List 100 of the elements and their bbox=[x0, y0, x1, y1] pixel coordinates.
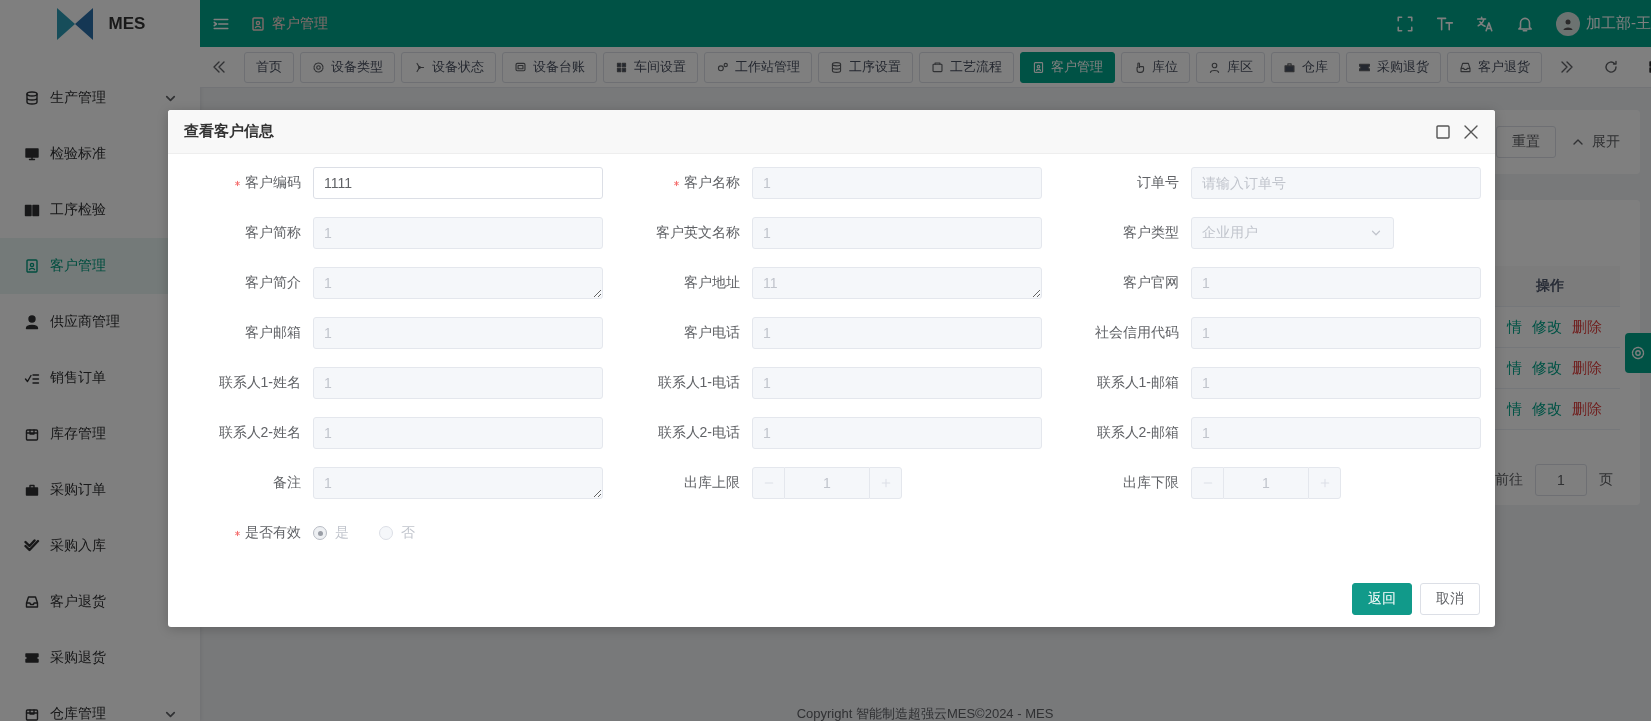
tab[interactable]: 工作站管理 bbox=[704, 51, 812, 83]
tab[interactable]: 仓库 bbox=[1271, 51, 1340, 83]
field-label: 是否有效 bbox=[245, 524, 301, 542]
settings-button[interactable] bbox=[1625, 333, 1651, 373]
contact-card-icon bbox=[24, 258, 40, 274]
tab[interactable]: 客户管理 bbox=[1020, 51, 1115, 83]
field-label: 出库下限 bbox=[1123, 474, 1179, 492]
person-icon bbox=[24, 314, 40, 330]
dialog-title: 查看客户信息 bbox=[184, 122, 275, 141]
field-label: 联系人2-姓名 bbox=[218, 424, 301, 442]
tab[interactable]: 设备台账 bbox=[502, 51, 597, 83]
field-label: 客户电话 bbox=[684, 324, 740, 342]
tab[interactable]: 工艺流程 bbox=[919, 51, 1014, 83]
database-icon bbox=[830, 60, 843, 74]
field-label: 联系人1-姓名 bbox=[218, 374, 301, 392]
field-label: 客户名称 bbox=[684, 174, 740, 192]
expand-toggle[interactable]: 展开 bbox=[1570, 133, 1620, 151]
view-link[interactable]: 情 bbox=[1507, 399, 1522, 419]
required-asterisk-icon bbox=[234, 529, 241, 537]
tab[interactable]: 库区 bbox=[1196, 51, 1265, 83]
delete-link[interactable]: 删除 bbox=[1572, 399, 1602, 419]
inbox-icon bbox=[24, 594, 40, 610]
field-label: 客户编码 bbox=[245, 174, 301, 192]
sidebar-item[interactable]: 采购订单 bbox=[0, 462, 200, 518]
database-icon bbox=[24, 90, 40, 106]
edit-link[interactable]: 修改 bbox=[1532, 358, 1562, 378]
package-icon bbox=[24, 706, 40, 721]
field-label: 客户地址 bbox=[684, 274, 740, 292]
edit-link[interactable]: 修改 bbox=[1532, 399, 1562, 419]
sidebar-item[interactable]: 客户退货 bbox=[0, 574, 200, 630]
tab[interactable]: 设备类型 bbox=[300, 51, 395, 83]
inbox-icon bbox=[1459, 60, 1472, 74]
field-label: 社会信用代码 bbox=[1095, 324, 1179, 342]
field-label: 客户英文名称 bbox=[656, 224, 740, 242]
briefcase-icon bbox=[1283, 60, 1296, 74]
grid-icon bbox=[615, 60, 628, 74]
field-label: 客户官网 bbox=[1123, 274, 1179, 292]
tab[interactable]: 库位 bbox=[1121, 51, 1190, 83]
back-button[interactable]: 返回 bbox=[1352, 583, 1412, 615]
tab[interactable]: 采购退货 bbox=[1346, 51, 1441, 83]
close-icon[interactable] bbox=[1463, 123, 1479, 140]
user-name[interactable]: 加工部-王 bbox=[1586, 14, 1651, 33]
tab[interactable]: 车间设置 bbox=[603, 51, 698, 83]
user-icon bbox=[1208, 60, 1221, 74]
field-label: 客户类型 bbox=[1123, 224, 1179, 242]
view-link[interactable]: 情 bbox=[1507, 317, 1522, 337]
breadcrumb-item[interactable]: 客户管理 bbox=[272, 14, 328, 33]
copyright-text: Copyright 智能制造超强云MES©2024 - MES bbox=[795, 707, 1055, 721]
field-label: 客户简称 bbox=[245, 224, 301, 242]
field-label: 订单号 bbox=[1137, 174, 1179, 192]
refresh-icon bbox=[1603, 59, 1619, 75]
double-chevron-left-icon bbox=[211, 59, 227, 75]
avatar[interactable] bbox=[1556, 11, 1580, 36]
page-suffix: 页 bbox=[1599, 471, 1613, 489]
tab[interactable]: 首页 bbox=[244, 51, 294, 83]
text-field[interactable]: 1111 bbox=[313, 167, 603, 199]
maximize-icon[interactable] bbox=[1435, 123, 1451, 140]
required-asterisk-icon bbox=[234, 179, 241, 187]
page-field[interactable]: 1 bbox=[1535, 464, 1587, 496]
field-label: 联系人2-电话 bbox=[657, 424, 740, 442]
field-label: 客户邮箱 bbox=[245, 324, 301, 342]
reset-button[interactable]: 重置 bbox=[1496, 126, 1556, 158]
contact-card-icon bbox=[250, 15, 266, 32]
book-icon bbox=[24, 202, 40, 218]
tab[interactable]: 客户退货 bbox=[1447, 51, 1542, 83]
cancel-button[interactable]: 取消 bbox=[1420, 583, 1480, 615]
view-link[interactable]: 情 bbox=[1507, 358, 1522, 378]
sidebar-item[interactable]: 供应商管理 bbox=[0, 294, 200, 350]
sidebar-item[interactable]: 销售订单 bbox=[0, 350, 200, 406]
translate-icon bbox=[1476, 14, 1494, 33]
sidebar-item[interactable]: 工序检验 bbox=[0, 182, 200, 238]
contact-card-icon bbox=[1032, 60, 1045, 74]
tab[interactable]: 设备状态 bbox=[401, 51, 496, 83]
delete-link[interactable]: 删除 bbox=[1572, 358, 1602, 378]
monitor-icon bbox=[514, 60, 527, 74]
tab[interactable]: 工序设置 bbox=[818, 51, 913, 83]
sidebar-item[interactable]: 采购入库 bbox=[0, 518, 200, 574]
required-asterisk-icon bbox=[673, 179, 680, 187]
delete-link[interactable]: 删除 bbox=[1572, 317, 1602, 337]
folder-icon bbox=[931, 60, 944, 74]
edit-link[interactable]: 修改 bbox=[1532, 317, 1562, 337]
field-label: 出库上限 bbox=[684, 474, 740, 492]
field-label: 联系人1-邮箱 bbox=[1096, 374, 1179, 392]
logo-text: MES bbox=[108, 13, 146, 34]
field-label: 联系人2-邮箱 bbox=[1096, 424, 1179, 442]
fullscreen-icon bbox=[1396, 14, 1414, 33]
sidebar-item[interactable]: 仓库管理 bbox=[0, 686, 200, 721]
monitor-icon bbox=[24, 146, 40, 162]
field-label: 客户简介 bbox=[245, 274, 301, 292]
hand-icon bbox=[1133, 60, 1146, 74]
ticket-icon bbox=[24, 650, 40, 666]
double-check-icon bbox=[24, 538, 40, 554]
goto-label: 前往 bbox=[1495, 471, 1523, 489]
sidebar-item[interactable]: 采购退货 bbox=[0, 630, 200, 686]
double-chevron-right-icon bbox=[1559, 59, 1575, 75]
logo-icon bbox=[54, 5, 95, 42]
column-header: 操作 bbox=[1535, 276, 1565, 295]
field-label: 备注 bbox=[273, 474, 301, 492]
field-label: 联系人1-电话 bbox=[657, 374, 740, 392]
sidebar-item[interactable]: 库存管理 bbox=[0, 406, 200, 462]
